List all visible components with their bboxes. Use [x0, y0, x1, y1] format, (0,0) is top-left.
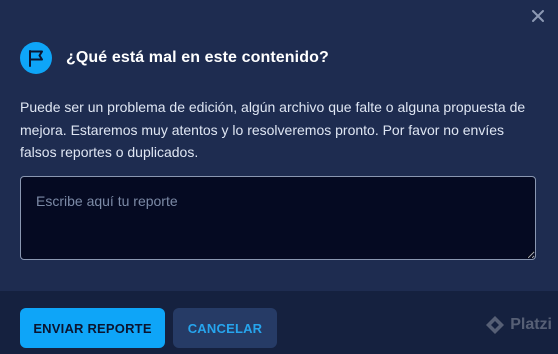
platzi-logo-icon: [486, 316, 505, 334]
platzi-watermark: Platzi: [484, 314, 552, 336]
close-icon: [532, 10, 544, 22]
flag-icon: [29, 50, 43, 67]
flag-badge: [20, 42, 52, 74]
report-dialog: ¿Qué está mal en este contenido? Puede s…: [0, 0, 558, 354]
send-report-button[interactable]: ENVIAR REPORTE: [20, 308, 165, 348]
report-field-wrapper: [20, 176, 536, 260]
dialog-description: Puede ser un problema de edición, algún …: [20, 99, 526, 160]
report-textarea[interactable]: [20, 176, 536, 260]
dialog-header: ¿Qué está mal en este contenido?: [20, 42, 329, 74]
dialog-footer: ENVIAR REPORTE CANCELAR Platzi: [0, 291, 558, 354]
close-button[interactable]: [530, 8, 546, 24]
brand-name: Platzi: [510, 316, 552, 333]
dialog-title: ¿Qué está mal en este contenido?: [66, 49, 329, 66]
cancel-button[interactable]: CANCELAR: [173, 308, 277, 348]
